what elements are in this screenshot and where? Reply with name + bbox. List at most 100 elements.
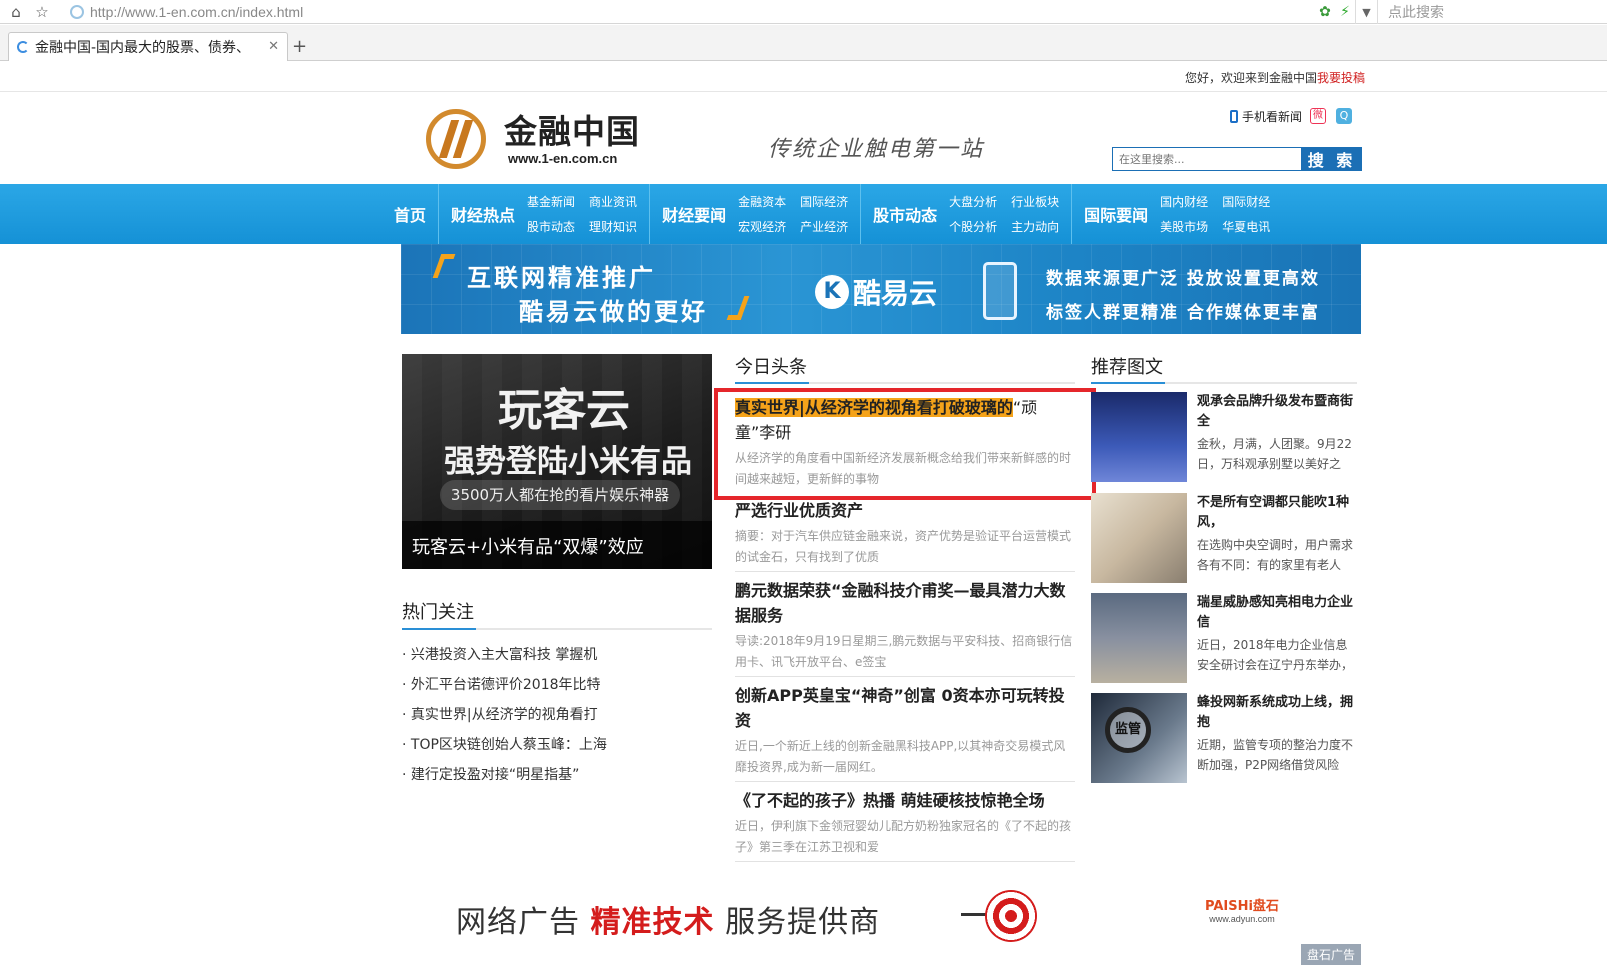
news-item[interactable]: 创新APP英皇宝“神奇”创富 0资本亦可玩转投资 近日,一个新近上线的创新金融黑… [735,683,1075,778]
page-loading-icon [70,5,84,19]
bottom-ad-slogan: 网络广告 精准技术 服务提供商 [456,897,880,941]
feature-pill: 3500万人都在抢的看片娱乐神器 [440,480,680,510]
recommend-title[interactable]: 不是所有空调都只能吹1种风， [1197,493,1357,533]
site-top-strip: 您好，欢迎来到金融中国我要投稿 [0,62,1607,92]
recommend-title[interactable]: 蜂投网新系统成功上线，拥抱 [1197,693,1357,733]
nav-sub-wealth-knowledge[interactable]: 理财知识 [589,218,637,235]
nav-intl-news[interactable]: 国际要闻 [1072,202,1160,226]
recommend-item[interactable]: 观承会品牌升级发布暨商街全 金秋，月满，人团聚。9月22日，万科观承别墅以美好之 [1091,392,1357,484]
site-search-input[interactable] [1112,147,1302,171]
nav-finance-news[interactable]: 财经要闻 [650,202,738,226]
site-logo[interactable]: 金融中国 www.1-en.com.cn [426,108,666,170]
recommend-section-title: 推荐图文 [1091,357,1163,378]
main-nav: 首页 财经热点 基金新闻 商业资讯 股市动态 理财知识 财经要闻 金融资本 国际… [0,184,1607,244]
ad-tag[interactable]: 盘石广告 [1300,944,1361,965]
mobile-news-label: 手机看新闻 [1241,110,1302,124]
recommend-title[interactable]: 观承会品牌升级发布暨商街全 [1197,392,1357,432]
news-title[interactable]: 创新APP英皇宝“神奇”创富 0资本亦可玩转投资 [735,683,1075,733]
hot-item[interactable]: · 建行定投盈对接“明星指基” [402,766,607,796]
paishi-url: www.adyun.com [1209,914,1275,924]
top-banner-ad[interactable]: 互联网精准推广 酷易云做的更好 K 酷易云 数据来源更广泛 投放设置更高效 标签… [401,244,1361,334]
feature-caption[interactable]: 玩客云+小米有品“双爆”效应 [402,521,712,569]
home-icon[interactable]: ⌂ [6,2,26,22]
feature-headline2: 强势登陆小米有品 [444,444,692,480]
nav-home[interactable]: 首页 [382,202,438,226]
nav-finance-hot[interactable]: 财经热点 [439,202,527,226]
nav-sub-us-stocks[interactable]: 美股市场 [1160,218,1208,235]
browser-search-input[interactable]: 点此搜索 [1377,0,1607,24]
recommend-thumbnail[interactable] [1091,493,1187,583]
hot-item[interactable]: · 真实世界|从经济学的视角看打 [402,706,607,736]
hot-item[interactable]: · TOP区块链创始人蔡玉峰：上海 [402,736,607,766]
hot-item[interactable]: · 兴港投资入主大富科技 掌握机 [402,646,607,676]
recommend-item[interactable]: 瑞星威胁感知亮相电力企业信 近日，2018年电力企业信息安全研讨会在辽宁丹东举办… [1091,593,1357,685]
headline-desc: 从经济学的角度看中国新经济发展新概念给我们带来新鲜感的时间越来越短，更新鲜的事物 [735,451,1072,486]
headline-news[interactable]: 真实世界|从经济学的视角看打破玻璃的“顽童”李研 从经济学的角度看中国新经济发展… [735,395,1075,490]
bookmark-star-icon[interactable]: ☆ [32,2,52,22]
banner-line3: 数据来源更广泛 投放设置更高效 [1046,269,1320,289]
lightning-icon[interactable]: ⚡ [1335,4,1355,20]
mobile-news-link[interactable]: 手机看新闻 [1229,108,1302,125]
chevron-down-icon[interactable]: ▼ [1355,0,1377,24]
news-desc: 近日,一个新近上线的创新金融黑科技APP,以其神奇交易模式风靡投资界,成为新一届… [735,739,1066,774]
recommend-thumbnail[interactable] [1091,593,1187,683]
news-item[interactable]: 鹏元数据荣获“金融科技介甫奖—最具潜力大数据服务 导读:2018年9月19日星期… [735,578,1075,673]
news-divider [735,861,1075,862]
nav-sub-financial-capital[interactable]: 金融资本 [738,193,786,210]
banner-brand: K 酷易云 [815,272,937,312]
recommend-thumbnail[interactable] [1091,392,1187,482]
nav-sub-fund-news[interactable]: 基金新闻 [527,193,575,210]
recommend-title[interactable]: 瑞星威胁感知亮相电力企业信 [1197,593,1357,633]
new-tab-icon[interactable]: + [292,36,307,57]
banner-brand-name: 酷易云 [853,277,938,310]
hot-divider [402,628,712,630]
site-search: 搜 索 [1112,147,1362,171]
welcome-text: 您好，欢迎来到金融中国我要投稿 [1185,69,1365,86]
nav-sub-industry-economy[interactable]: 产业经济 [800,218,848,235]
news-item[interactable]: 严选行业优质资产 摘要：对于汽车供应链金融来说，资产优势是验证平台运营模式的试金… [735,498,1075,568]
recommend-item[interactable]: 监管 蜂投网新系统成功上线，拥抱 近期，监管专项的整治力度不断加强，P2P网络借… [1091,693,1357,785]
recommend-divider [1091,382,1357,384]
paishi-brand: PAISHi盘石 [1205,899,1279,914]
feature-headline1: 玩客云 [498,385,630,436]
smartphone-icon [983,262,1017,320]
news-desc: 摘要：对于汽车供应链金融来说，资产优势是验证平台运营模式的试金石，只有找到了优质 [735,529,1072,564]
close-tab-icon[interactable]: ✕ [268,39,279,54]
nav-sub-macro-economy[interactable]: 宏观经济 [738,218,786,235]
news-title[interactable]: 鹏元数据荣获“金融科技介甫奖—最具潜力大数据服务 [735,578,1075,628]
nav-sub-business-info[interactable]: 商业资讯 [589,193,637,210]
site-search-button[interactable]: 搜 索 [1302,147,1362,171]
feature-image[interactable]: 玩客云 强势登陆小米有品 3500万人都在抢的看片娱乐神器 玩客云+小米有品“双… [402,354,712,569]
nav-sub-market-analysis[interactable]: 大盘分析 [949,193,997,210]
nav-sub-main-force[interactable]: 主力动向 [1011,218,1059,235]
nav-sub-domestic-finance[interactable]: 国内财经 [1160,193,1208,210]
refresh-icon[interactable]: ✿ [1315,4,1335,20]
nav-sub-intl-economy[interactable]: 国际经济 [800,193,848,210]
news-title[interactable]: 严选行业优质资产 [735,498,1075,523]
submit-article-link[interactable]: 我要投稿 [1317,71,1365,85]
news-divider [735,676,1075,677]
nav-sub-stock-analysis[interactable]: 个股分析 [949,218,997,235]
recommend-desc: 在选购中央空调时，用户需求各有不同：有的家里有老人 [1197,538,1354,572]
nav-sub-stock-trends[interactable]: 股市动态 [527,218,575,235]
nav-stock-trends[interactable]: 股市动态 [861,202,949,226]
hot-item[interactable]: · 外汇平台诺德评价2018年比特 [402,676,607,706]
recommend-thumbnail[interactable]: 监管 [1091,693,1187,783]
news-item[interactable]: 《了不起的孩子》热播 萌娃硬核技惊艳全场 近日，伊利旗下金领冠婴幼儿配方奶粉独家… [735,788,1075,858]
url-field[interactable]: http://www.1-en.com.cn/index.html [70,2,1370,22]
news-title[interactable]: 《了不起的孩子》热播 萌娃硬核技惊艳全场 [735,788,1075,813]
url-text: http://www.1-en.com.cn/index.html [90,4,304,20]
qq-icon[interactable]: Q [1336,108,1352,124]
nav-sub-industry-sector[interactable]: 行业板块 [1011,193,1059,210]
logo-cn: 金融中国 [504,111,640,151]
hot-list: · 兴港投资入主大富科技 掌握机 · 外汇平台诺德评价2018年比特 · 真实世… [402,646,607,796]
nav-group-intl: 国际要闻 国内财经 国际财经 美股市场 华夏电讯 [1072,184,1282,244]
bottom-banner-ad[interactable]: 网络广告 精准技术 服务提供商 PAISHi盘石 www.adyun.com 盘… [401,875,1361,965]
weibo-icon[interactable]: 微 [1310,108,1326,124]
slogan-part-red: 精准技术 [590,905,715,940]
nav-sub-huaxia-telecom[interactable]: 华夏电讯 [1222,218,1270,235]
recommend-item[interactable]: 不是所有空调都只能吹1种风， 在选购中央空调时，用户需求各有不同：有的家里有老人 [1091,493,1357,585]
headline-title[interactable]: 真实世界|从经济学的视角看打破玻璃的“顽童”李研 [735,395,1075,445]
browser-tab[interactable]: 金融中国-国内最大的股票、债券、 ✕ [8,32,288,61]
nav-sub-intl-finance[interactable]: 国际财经 [1222,193,1270,210]
